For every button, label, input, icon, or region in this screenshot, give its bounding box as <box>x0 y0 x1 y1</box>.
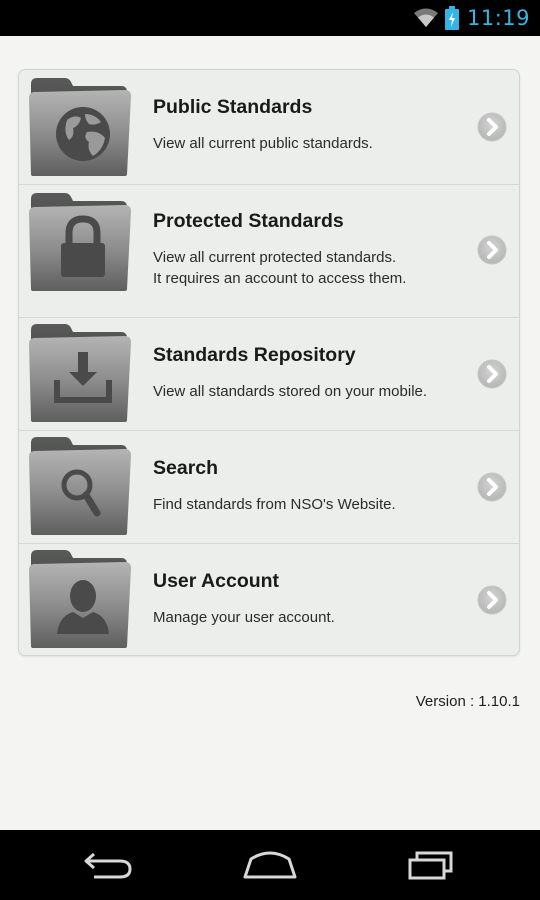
wifi-icon <box>413 7 439 29</box>
chevron-right-icon <box>477 112 507 142</box>
folder-globe-icon <box>29 78 133 176</box>
chevron-right-icon <box>477 585 507 615</box>
item-title: Search <box>153 457 219 479</box>
item-title: Standards Repository <box>153 344 356 366</box>
menu-item-user-account[interactable]: User Account Manage your user account. <box>19 543 519 655</box>
item-description-line2: It requires an account to access them. <box>153 270 407 287</box>
folder-magnifier-icon <box>29 437 133 535</box>
battery-charging-icon <box>444 6 459 30</box>
home-button[interactable] <box>240 844 300 884</box>
recents-button[interactable] <box>400 844 460 884</box>
globe-icon <box>56 107 110 161</box>
status-clock: 11:19 <box>466 6 530 30</box>
chevron-right-icon <box>477 472 507 502</box>
item-description: View all current public standards. <box>153 135 373 152</box>
item-description: Manage your user account. <box>153 609 335 626</box>
recents-icon <box>400 844 460 884</box>
home-icon <box>240 844 300 884</box>
item-title: User Account <box>153 570 280 592</box>
item-description: View all standards stored on your mobile… <box>153 383 428 400</box>
item-title: Protected Standards <box>153 210 344 232</box>
chevron-right-icon <box>477 359 507 389</box>
item-description: Find standards from NSO's Website. <box>153 496 396 513</box>
menu-list: Public Standards View all current public… <box>18 69 520 656</box>
menu-item-search[interactable]: Search Find standards from NSO's Website… <box>19 430 519 543</box>
status-icons: 11:19 <box>413 0 530 36</box>
folder-user-icon <box>29 550 133 648</box>
back-button[interactable] <box>80 844 140 884</box>
item-description-line1: View all current protected standards. <box>153 249 397 266</box>
chevron-right-icon <box>477 235 507 265</box>
version-label: Version : 1.10.1 <box>415 693 520 710</box>
menu-item-protected-standards[interactable]: Protected Standards View all current pro… <box>19 184 519 317</box>
menu-item-public-standards[interactable]: Public Standards View all current public… <box>19 70 519 184</box>
status-bar: 11:19 <box>0 0 540 36</box>
navigation-bar <box>0 830 540 900</box>
back-icon <box>80 844 140 884</box>
item-title: Public Standards <box>153 96 313 118</box>
folder-lock-icon <box>29 193 133 291</box>
folder-download-icon <box>29 324 133 422</box>
menu-item-standards-repository[interactable]: Standards Repository View all standards … <box>19 317 519 430</box>
